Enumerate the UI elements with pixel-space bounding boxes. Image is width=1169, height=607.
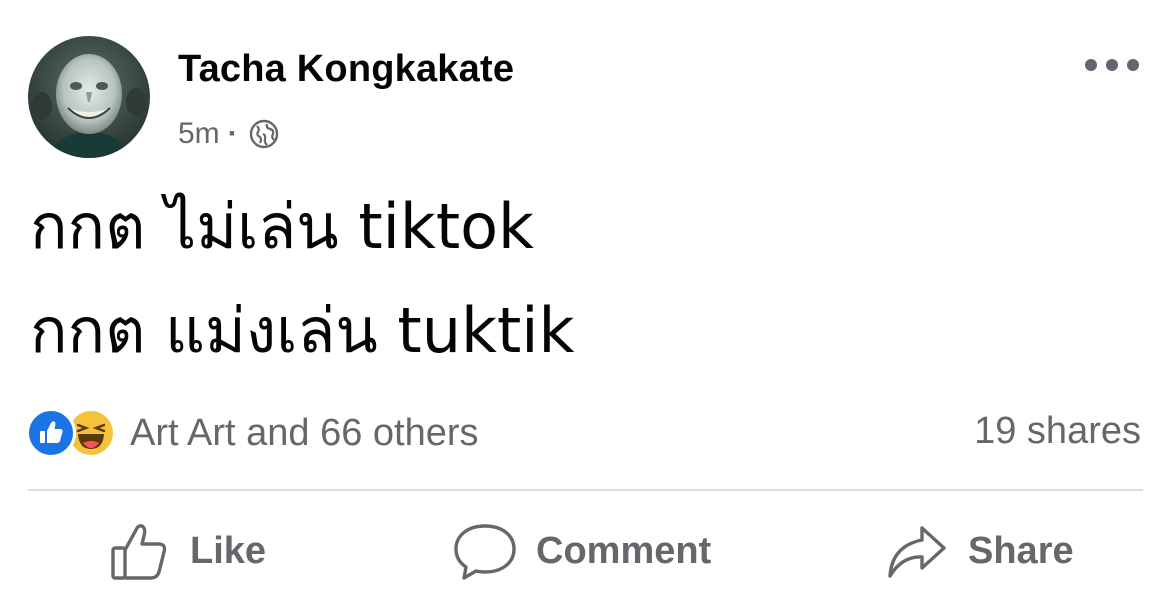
more-dot bbox=[1106, 59, 1118, 71]
divider bbox=[28, 489, 1143, 491]
comment-label: Comment bbox=[536, 529, 712, 572]
meta-separator: · bbox=[227, 117, 238, 150]
reactions-text[interactable]: Art Art and 66 others bbox=[130, 412, 479, 455]
more-options-icon[interactable] bbox=[1085, 50, 1139, 80]
post-text-line-2: กกต แม่งเล่น tuktik bbox=[30, 294, 575, 367]
like-button[interactable]: Like bbox=[106, 516, 266, 586]
globe-icon[interactable] bbox=[248, 118, 280, 150]
facebook-post: Tacha Kongkakate 5m · กกต ไม่เล่น tiktok… bbox=[0, 0, 1169, 607]
avatar-image bbox=[28, 36, 150, 158]
shares-count[interactable]: 19 shares bbox=[974, 410, 1141, 453]
author-avatar[interactable] bbox=[28, 36, 150, 158]
like-reaction-icon bbox=[26, 408, 76, 458]
more-dot bbox=[1127, 59, 1139, 71]
comment-bubble-icon bbox=[452, 518, 518, 584]
author-name[interactable]: Tacha Kongkakate bbox=[178, 48, 514, 91]
thumbs-up-icon bbox=[106, 518, 172, 584]
comment-button[interactable]: Comment bbox=[452, 516, 711, 586]
share-arrow-icon bbox=[884, 518, 950, 584]
post-timestamp[interactable]: 5m bbox=[178, 117, 220, 151]
like-label: Like bbox=[190, 529, 267, 572]
reactions-summary[interactable]: Art Art and 66 others bbox=[26, 408, 479, 458]
post-meta: 5m · bbox=[178, 114, 280, 154]
post-text-line-1: กกต ไม่เล่น tiktok bbox=[30, 190, 534, 263]
share-label: Share bbox=[968, 529, 1074, 572]
share-button[interactable]: Share bbox=[884, 516, 1074, 586]
more-dot bbox=[1085, 59, 1097, 71]
